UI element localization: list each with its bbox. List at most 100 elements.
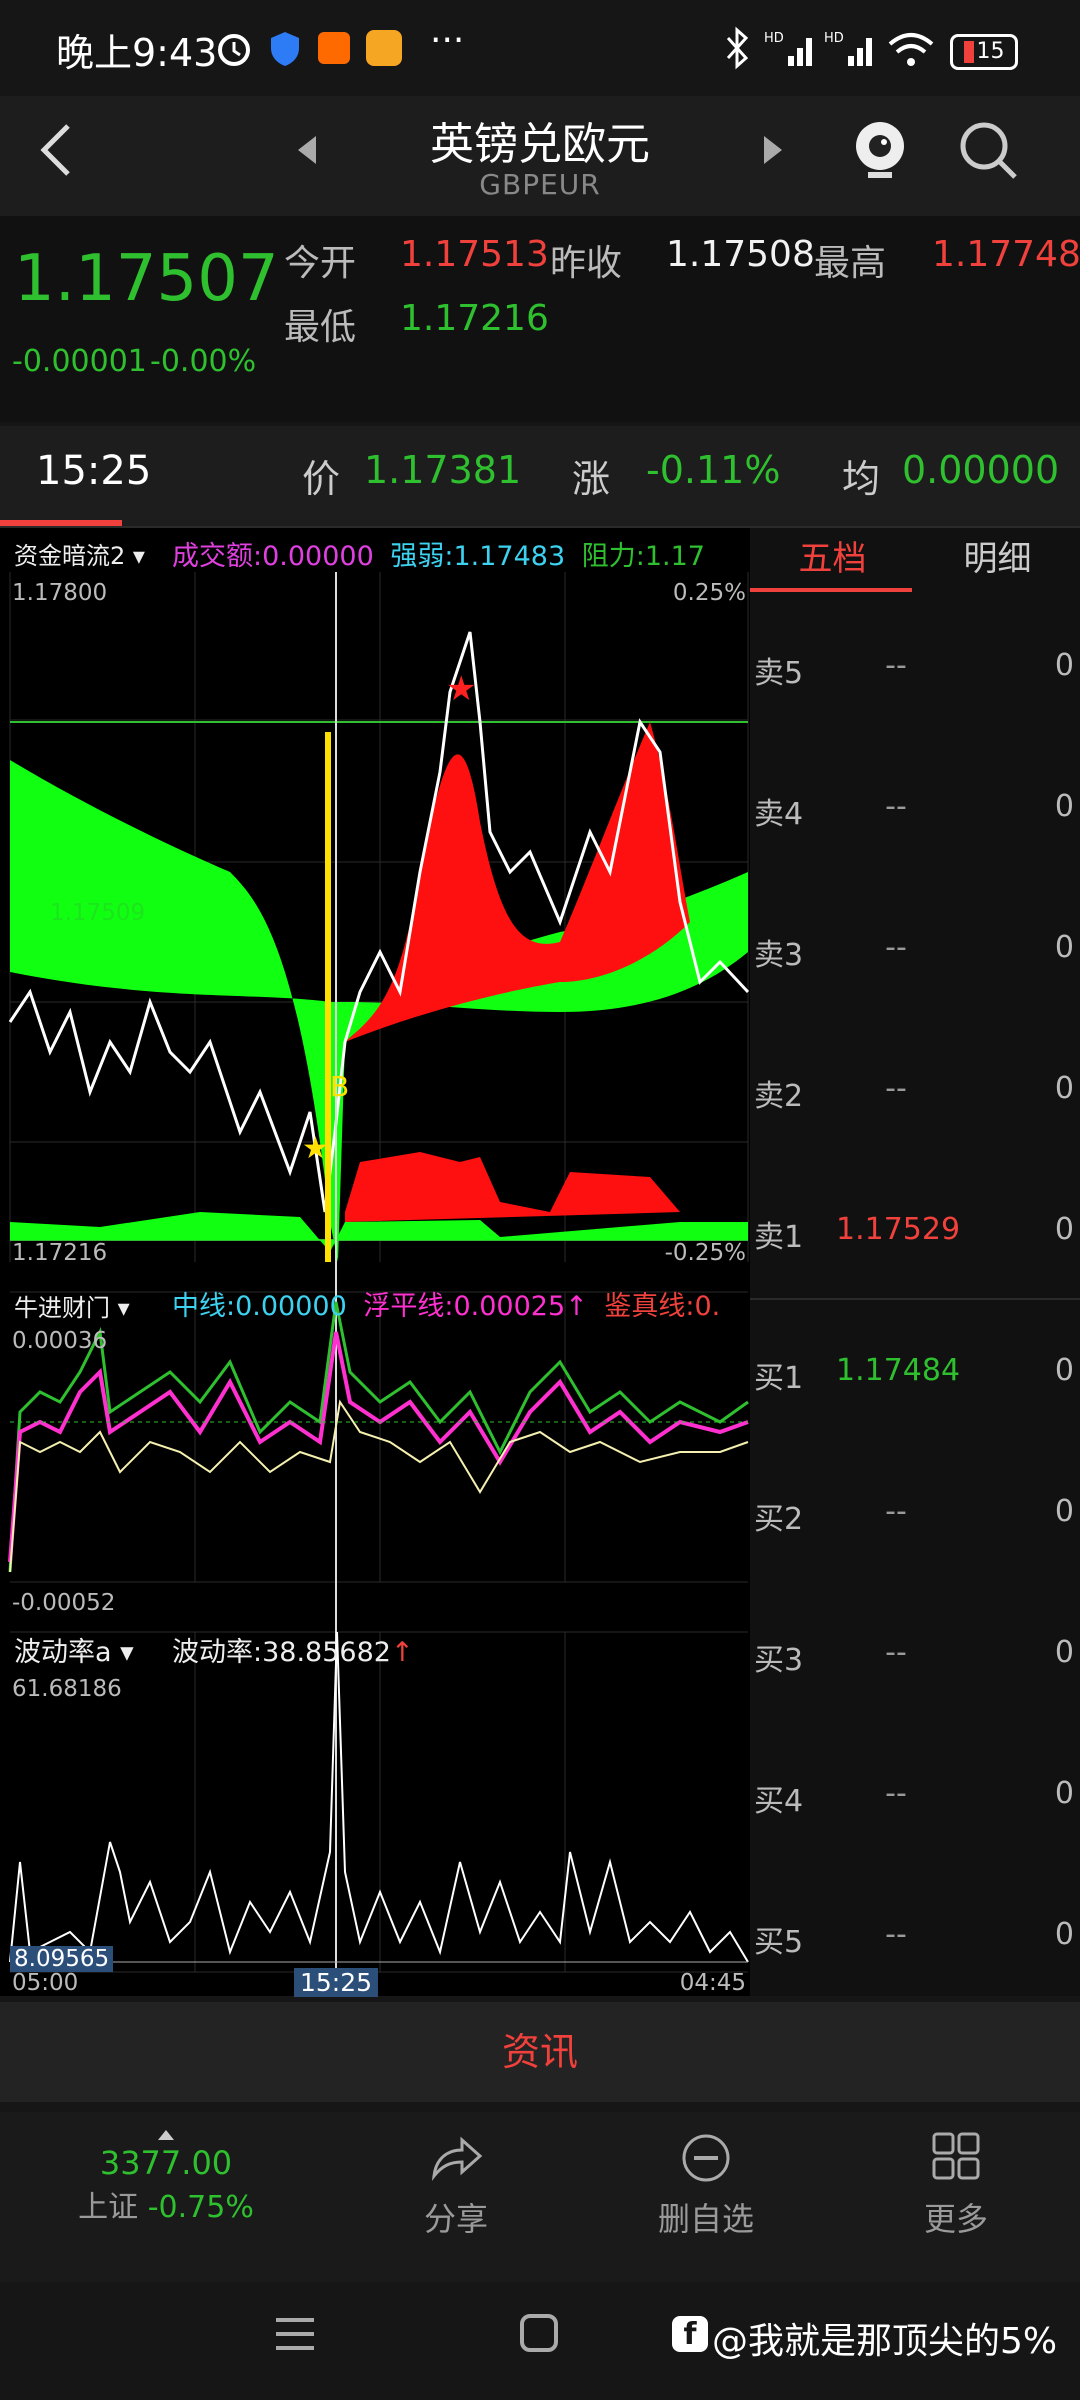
watermark-text: @我就是那顶尖的5% — [712, 2321, 1058, 2362]
order-book: 五档 明细 卖5 -- 0 卖4 -- 0 卖3 -- 0 卖2 -- 0 卖1 1.17529 0… — [750, 528, 1080, 1996]
ask-label: 卖3 — [754, 938, 804, 973]
panel2-indicator-selector[interactable]: 牛进财门 ▾ — [14, 1288, 130, 1323]
panel1-y-bottom: 1.17216 — [12, 1240, 108, 1266]
share-label: 分享 — [423, 2200, 488, 2238]
float-line-value: 0.00025↑ — [453, 1291, 588, 1322]
bid-row: 买3 -- 0 — [750, 1625, 1080, 1685]
resistance-value: 1.17 — [644, 541, 705, 572]
ask-label: 卖5 — [754, 656, 804, 691]
buy-star-icon: ★ — [302, 1131, 329, 1166]
panel3-indicator-selector[interactable]: 波动率a ▾ — [14, 1630, 134, 1669]
ask-price: -- — [885, 1071, 907, 1106]
bid-price: 1.17484 — [836, 1353, 961, 1388]
chevron-down-icon: ▾ — [117, 1294, 130, 1322]
home-icon[interactable] — [518, 2312, 562, 2356]
panel1-indicator-selector[interactable]: 资金暗流2 ▾ — [14, 536, 145, 571]
buy-marker-label: B — [330, 1070, 350, 1103]
time-underline — [0, 520, 122, 526]
panel2-magenta-line — [8, 1331, 749, 1563]
battery-icon: 15 — [950, 34, 1018, 70]
mi-icon — [318, 32, 350, 64]
volatility-arrow: ↑ — [390, 1637, 414, 1668]
panel2-y-bottom: -0.00052 — [12, 1590, 116, 1616]
panel3-indicator-name: 波动率a — [14, 1637, 112, 1668]
strength-value: 1.17483 — [453, 541, 566, 572]
remove-watchlist-button[interactable]: 删自选 — [596, 2130, 816, 2240]
panel1-pct-top: 0.25% — [672, 580, 746, 606]
tab-five-levels[interactable]: 五档 — [750, 528, 915, 590]
panel1-y-top: 1.17800 — [12, 580, 108, 606]
panel1-legend: 成交额:0.00000 强弱:1.17483 阻力:1.17 — [172, 534, 705, 573]
svg-text:HD: HD — [764, 31, 784, 46]
index-value: 3377.00 — [99, 2144, 233, 2182]
sell-star-icon: ★ — [446, 669, 476, 709]
tab-details[interactable]: 明细 — [915, 528, 1080, 590]
chart-area[interactable]: 资金暗流2 ▾ 成交额:0.00000 强弱:1.17483 阻力:1.17 ★ — [0, 528, 750, 1997]
ask-row: 卖4 -- 0 — [750, 779, 1080, 839]
high-value: 1.17748 — [932, 234, 1080, 275]
ask-label: 卖2 — [754, 1079, 804, 1114]
volatility-label: 波动率: — [172, 1637, 263, 1668]
crosshair-price-label: 价 — [302, 457, 341, 501]
crosshair-time: 15:25 — [36, 448, 152, 494]
ask-price: -- — [885, 789, 907, 824]
more-button[interactable]: 更多 — [846, 2130, 1066, 2240]
x-axis-cursor: 15:25 — [294, 1968, 379, 1997]
panel1-mid-label: 1.17509 — [50, 900, 146, 926]
panel1-plot: ★ ★ — [8, 572, 750, 1972]
next-symbol-icon[interactable] — [760, 134, 784, 166]
shield-icon — [271, 32, 299, 66]
ask-row: 卖1 1.17529 0 — [750, 1202, 1080, 1262]
panel3-y-bottom: 8.09565 — [10, 1946, 114, 1972]
bottom-toolbar: 3377.00 上证 -0.75% 分享 删自选 更多 — [0, 2112, 1080, 2282]
index-name: 上证 — [78, 2190, 139, 2225]
resistance-label: 阻力: — [581, 541, 645, 572]
low-value: 1.17216 — [400, 298, 549, 339]
bid-label: 买2 — [754, 1502, 804, 1537]
bluetooth-icon — [726, 26, 749, 70]
volume-label: 成交额: — [172, 541, 263, 572]
index-ticker[interactable]: 3377.00 上证 -0.75% — [56, 2130, 276, 2226]
remove-watchlist-label: 删自选 — [657, 2200, 754, 2238]
assistant-icon[interactable] — [850, 112, 910, 182]
last-price: 1.17507 — [14, 242, 279, 316]
expand-up-icon — [158, 2130, 174, 2140]
battery-level: 15 — [976, 39, 1005, 64]
crosshair-avg-label: 均 — [842, 457, 881, 501]
red-bottom-area — [345, 1152, 680, 1222]
bid-label: 买3 — [754, 1643, 804, 1678]
bid-volume: 0 — [1054, 1494, 1074, 1529]
ask-price: -- — [885, 648, 907, 683]
menu-icon[interactable] — [272, 2314, 318, 2354]
high-label: 最高 — [814, 243, 887, 284]
ask-volume: 0 — [1054, 1212, 1074, 1247]
status-time: 晚上9:43 — [56, 31, 218, 75]
x-axis-end: 04:45 — [679, 1970, 746, 1996]
share-button[interactable]: 分享 — [346, 2130, 566, 2240]
status-bar: 晚上9:43 ··· HD HD 15 — [0, 0, 1080, 96]
prev-close-value: 1.17508 — [666, 234, 815, 275]
signal-icon-1: HD — [764, 31, 812, 66]
panel1-indicator-name: 资金暗流2 — [14, 542, 126, 570]
panel2-plot — [8, 1301, 749, 1573]
weibo-icon — [366, 30, 402, 66]
bid-label: 买5 — [754, 1925, 804, 1960]
open-value: 1.17513 — [400, 234, 549, 275]
bid-row: 买2 -- 0 — [750, 1484, 1080, 1544]
more-notifications-icon: ··· — [430, 20, 465, 61]
book-divider — [750, 1298, 1080, 1300]
more-label: 更多 — [923, 2200, 988, 2238]
bid-label: 买1 — [754, 1361, 804, 1396]
panel3-legend: 波动率:38.85682↑ — [172, 1630, 414, 1669]
news-bar[interactable]: 资讯 — [0, 2002, 1080, 2102]
signal-icon-2: HD — [824, 31, 872, 66]
page-title: 英镑兑欧元 — [430, 119, 650, 170]
page-subtitle: GBPEUR — [479, 168, 601, 201]
x-axis-start: 05:00 — [12, 1970, 79, 1996]
svg-text:HD: HD — [824, 31, 844, 46]
panel3-y-top: 61.68186 — [12, 1676, 122, 1702]
ask-row: 卖5 -- 0 — [750, 638, 1080, 698]
search-icon[interactable] — [956, 118, 1020, 182]
crosshair-avg: 0.00000 — [902, 448, 1060, 492]
bid-row: 买4 -- 0 — [750, 1766, 1080, 1826]
